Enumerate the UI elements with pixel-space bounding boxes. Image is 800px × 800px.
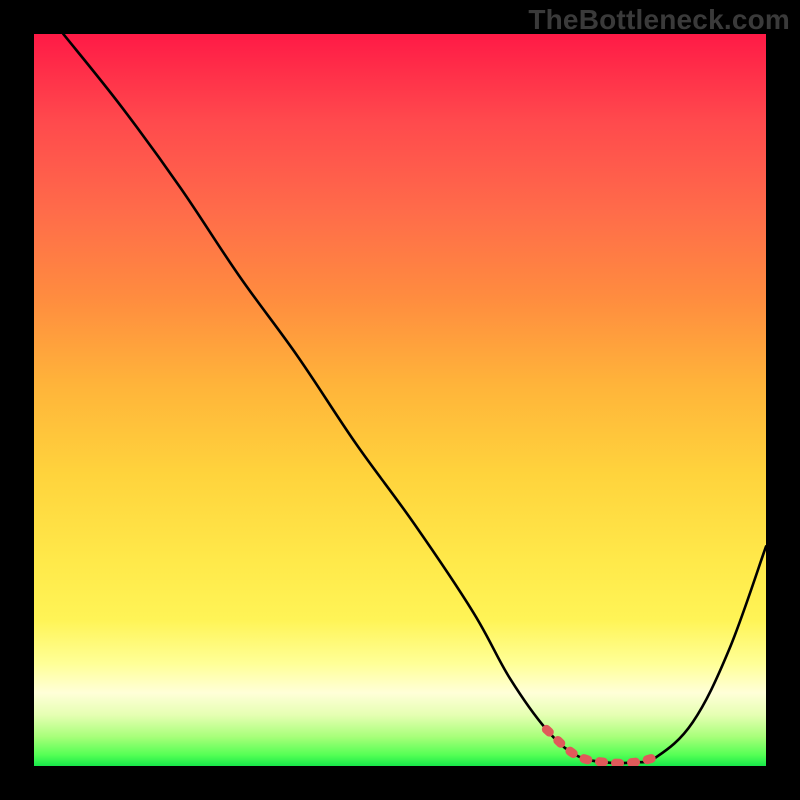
main-curve <box>63 34 766 763</box>
curve-layer <box>34 34 766 766</box>
watermark-text: TheBottleneck.com <box>528 4 790 36</box>
plot-area <box>34 34 766 766</box>
chart-frame: TheBottleneck.com <box>0 0 800 800</box>
highlight-curve <box>546 729 656 763</box>
